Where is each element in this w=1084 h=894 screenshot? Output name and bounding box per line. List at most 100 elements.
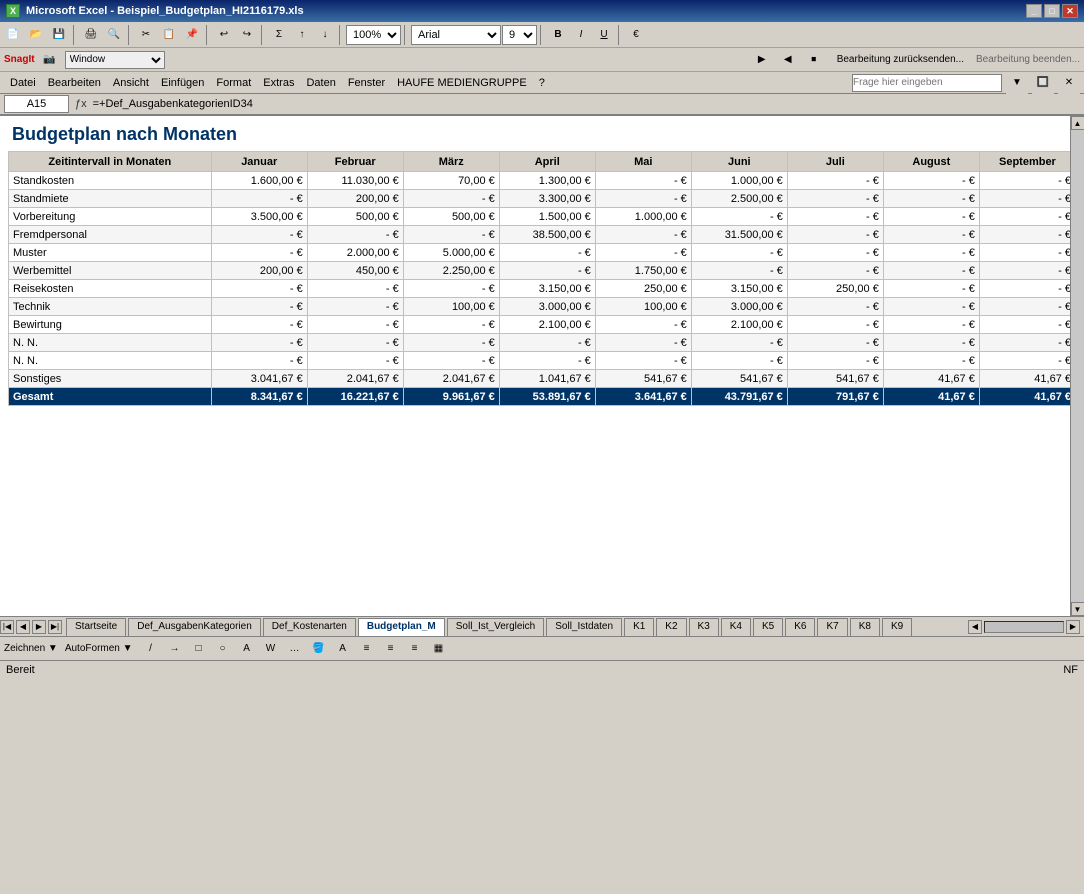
tab-first-btn[interactable]: |◀ — [0, 620, 14, 634]
cell-value[interactable]: 3.300,00 € — [499, 190, 595, 208]
sheet-tab[interactable]: Budgetplan_M — [358, 618, 445, 636]
help-search-btn[interactable]: ▼ — [1006, 72, 1028, 94]
cell-value[interactable]: 16.221,67 € — [307, 388, 403, 406]
cell-value[interactable]: 3.041,67 € — [211, 370, 307, 388]
italic-button[interactable]: I — [570, 24, 592, 46]
cell-value[interactable]: - € — [499, 352, 595, 370]
cell-value[interactable]: - € — [595, 226, 691, 244]
cell-value[interactable]: 41,67 € — [883, 370, 979, 388]
window-restore-btn[interactable]: 🔲 — [1032, 72, 1054, 94]
redo-button[interactable]: ↪ — [236, 24, 258, 46]
cell-value[interactable]: 100,00 € — [403, 298, 499, 316]
h-scroll-left-btn[interactable]: ◀ — [968, 620, 982, 634]
cell-value[interactable]: 3.150,00 € — [499, 280, 595, 298]
undo-button[interactable]: ↩ — [213, 24, 235, 46]
window-close-btn[interactable]: ✕ — [1058, 72, 1080, 94]
maximize-button[interactable]: □ — [1044, 4, 1060, 18]
zoom-select[interactable]: 100% — [346, 25, 401, 45]
minimize-button[interactable]: _ — [1026, 4, 1042, 18]
cell-value[interactable]: 200,00 € — [211, 262, 307, 280]
cell-value[interactable]: - € — [403, 190, 499, 208]
sheet-tab[interactable]: Def_Kostenarten — [263, 618, 356, 636]
cell-value[interactable]: - € — [691, 244, 787, 262]
cell-value[interactable]: 1.750,00 € — [595, 262, 691, 280]
cell-value[interactable]: 2.500,00 € — [691, 190, 787, 208]
paste-button[interactable]: 📌 — [181, 24, 203, 46]
sheet-tab[interactable]: K8 — [850, 618, 880, 636]
autoformen-btn[interactable]: AutoFormen ▼ — [60, 638, 138, 660]
copy-button[interactable]: 📋 — [158, 24, 180, 46]
cell-value[interactable]: - € — [979, 316, 1075, 334]
cell-value[interactable]: - € — [979, 298, 1075, 316]
cell-value[interactable]: - € — [979, 262, 1075, 280]
draw-align-left-btn[interactable]: ≡ — [356, 638, 378, 660]
cell-value[interactable]: - € — [307, 280, 403, 298]
cell-value[interactable]: 2.100,00 € — [691, 316, 787, 334]
cell-value[interactable]: - € — [787, 172, 883, 190]
cell-value[interactable]: - € — [211, 244, 307, 262]
cell-value[interactable]: - € — [403, 280, 499, 298]
cell-value[interactable]: - € — [595, 190, 691, 208]
cell-value[interactable]: 2.000,00 € — [307, 244, 403, 262]
draw-fill-btn[interactable]: 🪣 — [308, 638, 330, 660]
cell-value[interactable]: 1.600,00 € — [211, 172, 307, 190]
cell-value[interactable]: 250,00 € — [787, 280, 883, 298]
cell-value[interactable]: - € — [883, 298, 979, 316]
cell-value[interactable]: - € — [979, 190, 1075, 208]
sheet-tab[interactable]: K6 — [785, 618, 815, 636]
cell-value[interactable]: - € — [211, 226, 307, 244]
cell-value[interactable]: - € — [787, 226, 883, 244]
cell-value[interactable]: 3.500,00 € — [211, 208, 307, 226]
menu-haufe[interactable]: HAUFE MEDIENGRUPPE — [391, 75, 533, 91]
cell-value[interactable]: 1.000,00 € — [595, 208, 691, 226]
cell-value[interactable]: 3.641,67 € — [595, 388, 691, 406]
cell-value[interactable]: - € — [787, 262, 883, 280]
cell-value[interactable]: 791,67 € — [787, 388, 883, 406]
cell-value[interactable]: 11.030,00 € — [307, 172, 403, 190]
cell-value[interactable]: 38.500,00 € — [499, 226, 595, 244]
cell-value[interactable]: 1.500,00 € — [499, 208, 595, 226]
cell-value[interactable]: - € — [595, 352, 691, 370]
cell-value[interactable]: - € — [787, 334, 883, 352]
cell-value[interactable]: - € — [307, 352, 403, 370]
cell-value[interactable]: - € — [403, 226, 499, 244]
menu-ansicht[interactable]: Ansicht — [107, 75, 155, 91]
cell-value[interactable]: 1.041,67 € — [499, 370, 595, 388]
cell-value[interactable]: 43.791,67 € — [691, 388, 787, 406]
draw-rect-btn[interactable]: □ — [188, 638, 210, 660]
cell-value[interactable]: 41,67 € — [979, 370, 1075, 388]
cell-value[interactable]: - € — [211, 280, 307, 298]
cell-value[interactable]: - € — [691, 208, 787, 226]
h-scroll-right-btn[interactable]: ▶ — [1066, 620, 1080, 634]
close-button[interactable]: ✕ — [1062, 4, 1078, 18]
cell-value[interactable]: - € — [307, 226, 403, 244]
menu-daten[interactable]: Daten — [300, 75, 341, 91]
draw-font-color-btn[interactable]: A — [332, 638, 354, 660]
menu-help[interactable]: ? — [533, 75, 551, 91]
cell-value[interactable]: 3.150,00 € — [691, 280, 787, 298]
cell-value[interactable]: - € — [883, 352, 979, 370]
sheet-tab[interactable]: K4 — [721, 618, 751, 636]
font-size-select[interactable]: 9 — [502, 25, 537, 45]
cell-value[interactable]: 450,00 € — [307, 262, 403, 280]
scroll-up-btn[interactable]: ▲ — [1071, 116, 1084, 130]
sheet-tab[interactable]: K9 — [882, 618, 912, 636]
sheet-tab[interactable]: Soll_Ist_Vergleich — [447, 618, 545, 636]
cell-value[interactable]: - € — [691, 262, 787, 280]
menu-bearbeiten[interactable]: Bearbeiten — [42, 75, 107, 91]
cell-value[interactable]: 500,00 € — [403, 208, 499, 226]
cell-value[interactable]: - € — [979, 172, 1075, 190]
snagit-btn2[interactable]: ◀ — [777, 49, 799, 71]
cell-value[interactable]: - € — [787, 352, 883, 370]
cell-value[interactable]: - € — [979, 280, 1075, 298]
cell-value[interactable]: 541,67 € — [595, 370, 691, 388]
draw-wordart-btn[interactable]: W — [260, 638, 282, 660]
cell-value[interactable]: - € — [883, 172, 979, 190]
sheet-tab[interactable]: K2 — [656, 618, 686, 636]
draw-arrow-btn[interactable]: → — [164, 638, 186, 660]
sum-button[interactable]: Σ — [268, 24, 290, 46]
cell-value[interactable]: - € — [403, 352, 499, 370]
cell-value[interactable]: - € — [691, 352, 787, 370]
sheet-tab[interactable]: K3 — [689, 618, 719, 636]
cell-value[interactable]: 53.891,67 € — [499, 388, 595, 406]
